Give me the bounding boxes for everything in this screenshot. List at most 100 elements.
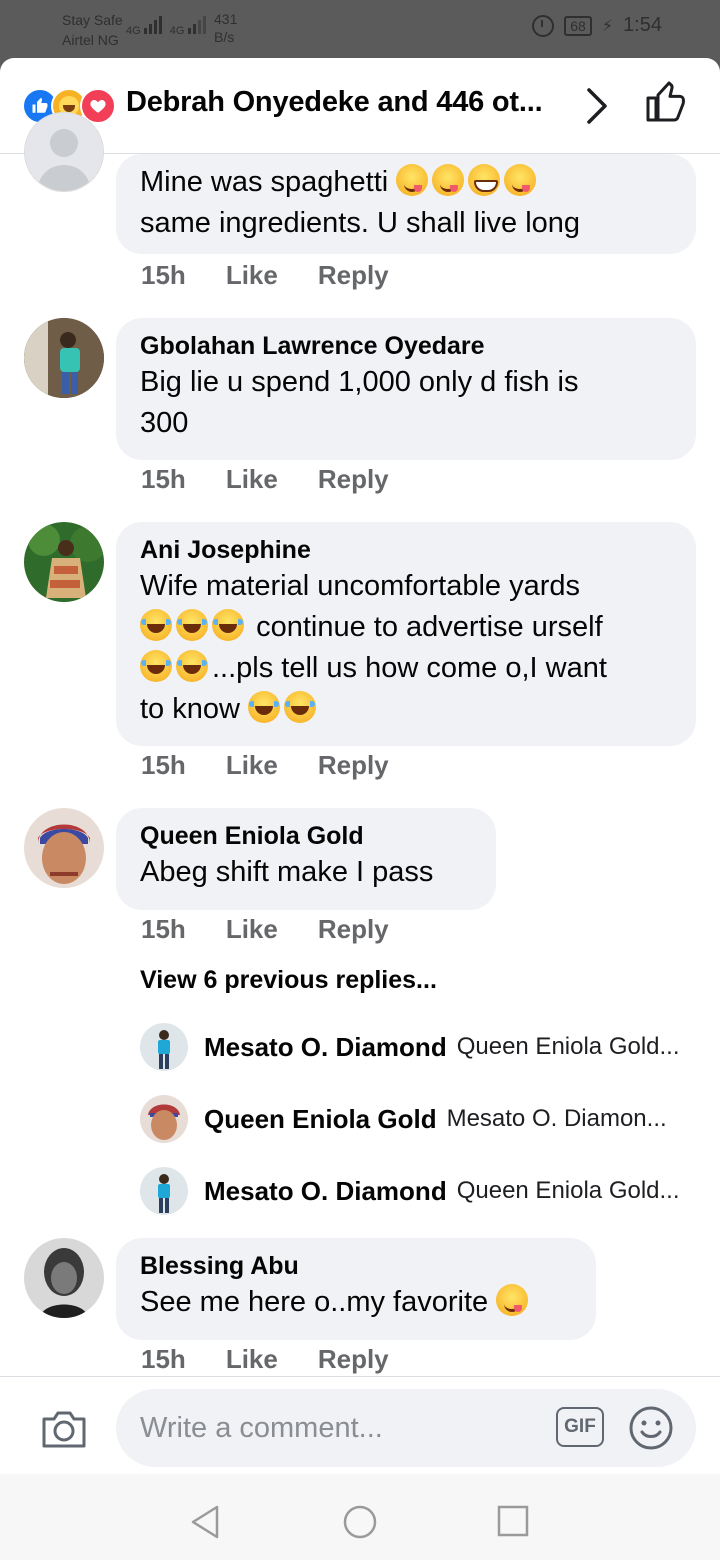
reply-preview[interactable]: Mesato O. Diamond Queen Eniola Gold...: [140, 1167, 680, 1215]
comment-bubble[interactable]: Ani Josephine Wife material uncomfortabl…: [116, 522, 696, 746]
reply-author[interactable]: Mesato O. Diamond: [204, 1176, 447, 1207]
reply-button[interactable]: Reply: [318, 260, 389, 291]
like-button[interactable]: Like: [226, 1344, 278, 1375]
battery-icon: 68: [564, 15, 592, 36]
avatar[interactable]: [24, 112, 104, 192]
thumbs-up-icon[interactable]: [644, 80, 688, 129]
reply-button[interactable]: Reply: [318, 914, 389, 945]
comment-composer: GIF: [0, 1376, 720, 1475]
comment-text-line: Big lie u spend 1,000 only d fish is: [140, 366, 579, 398]
comment-text: continue to advertise urself: [140, 607, 672, 648]
home-icon[interactable]: [342, 1504, 378, 1545]
status-bar: Stay Safe Airtel NG 4G 4G 431 B/s 68 ⚡ 1…: [0, 0, 720, 58]
avatar[interactable]: [24, 808, 104, 888]
reply-author[interactable]: Queen Eniola Gold: [204, 1104, 437, 1135]
reply-preview[interactable]: Queen Eniola Gold Mesato O. Diamon...: [140, 1095, 667, 1143]
signal-indicators: 4G 4G: [126, 12, 206, 37]
comment-author[interactable]: Blessing Abu: [140, 1250, 572, 1282]
yum-emoji-icon: [432, 164, 465, 196]
reply-author[interactable]: Mesato O. Diamond: [204, 1032, 447, 1063]
comment-time: 15h: [141, 260, 186, 290]
comment-actions: 15h Like Reply: [141, 260, 389, 291]
system-navigation-bar: [0, 1474, 720, 1560]
signal-bars-icon: [187, 12, 206, 34]
signal-1: 4G: [126, 12, 162, 37]
comment-time: 15h: [141, 750, 186, 780]
status-right: 68 ⚡ 1:54: [532, 14, 662, 37]
clock: 1:54: [623, 14, 662, 36]
like-button[interactable]: Like: [226, 260, 278, 291]
reply-button[interactable]: Reply: [318, 464, 389, 495]
reply-text: Mesato O. Diamon...: [446, 1105, 667, 1132]
comment-actions: 15h Like Reply: [141, 914, 389, 945]
comment-text-line: to know: [140, 693, 240, 725]
yum-emoji-icon: [496, 1284, 529, 1316]
speed-unit: B/s: [214, 29, 235, 45]
comment-input[interactable]: [116, 1389, 696, 1467]
comment-bubble[interactable]: Blessing Abu See me here o..my favorite: [116, 1238, 596, 1340]
comment-time: 15h: [141, 1344, 186, 1374]
like-button[interactable]: Like: [226, 750, 278, 781]
carrier-line-1: Stay Safe: [62, 12, 123, 28]
camera-icon[interactable]: [40, 1409, 88, 1454]
charging-icon: ⚡: [601, 17, 614, 35]
comment-time: 15h: [141, 914, 186, 944]
network-type-2: 4G: [169, 25, 185, 37]
tears-of-joy-emoji-icon: [212, 609, 244, 641]
reactions-header[interactable]: Debrah Onyedeke and 446 ot...: [0, 58, 720, 154]
carrier-line-2: Airtel NG: [62, 32, 119, 48]
comment-bubble[interactable]: Gbolahan Lawrence Oyedare Big lie u spen…: [116, 318, 696, 460]
reply-text: Queen Eniola Gold...: [456, 1033, 680, 1060]
gif-button[interactable]: GIF: [556, 1407, 604, 1447]
comment-text-line: same ingredients. U shall live long: [140, 207, 581, 239]
like-button[interactable]: Like: [226, 914, 278, 945]
avatar[interactable]: [24, 1238, 104, 1318]
avatar[interactable]: [24, 522, 104, 602]
comment-bubble[interactable]: Mine was spaghetti same ingredients. U s…: [116, 154, 696, 254]
tears-of-joy-emoji-icon: [140, 609, 172, 641]
signal-bars-icon: [143, 12, 162, 34]
reactions-summary[interactable]: Debrah Onyedeke and 446 ot...: [126, 86, 543, 119]
comment-text: Mine was spaghetti: [140, 162, 672, 203]
yum-emoji-icon: [504, 164, 537, 196]
rofl-emoji-icon: [284, 691, 317, 723]
comment-actions: 15h Like Reply: [141, 1344, 389, 1375]
comment-actions: 15h Like Reply: [141, 750, 389, 781]
comment-actions: 15h Like Reply: [141, 464, 389, 495]
speed-value: 431: [214, 11, 238, 27]
rofl-emoji-icon: [248, 691, 281, 723]
signal-2: 4G: [170, 12, 206, 37]
reply-text: Queen Eniola Gold...: [456, 1177, 680, 1204]
comment-text: See me here o..my favorite: [140, 1282, 572, 1323]
comment-text: ...pls tell us how come o,I want: [140, 648, 672, 689]
comment-text: to know: [140, 689, 672, 730]
comment-bubble[interactable]: Queen Eniola Gold Abeg shift make I pass: [116, 808, 496, 910]
comment-text-line: Mine was spaghetti: [140, 166, 389, 198]
grin-emoji-icon: [468, 164, 501, 196]
avatar[interactable]: [140, 1095, 188, 1143]
view-previous-replies-link[interactable]: View 6 previous replies...: [140, 966, 437, 995]
comment-text-line: continue to advertise urself: [256, 611, 603, 643]
comments-sheet: Debrah Onyedeke and 446 ot... Mine was s…: [0, 58, 720, 1560]
emoji-icon[interactable]: [628, 1405, 674, 1456]
comment-author[interactable]: Queen Eniola Gold: [140, 820, 472, 852]
back-icon[interactable]: [188, 1504, 222, 1545]
yum-emoji-icon: [396, 164, 429, 196]
reply-button[interactable]: Reply: [318, 750, 389, 781]
comment-time: 15h: [141, 464, 186, 494]
network-speed: 431 B/s: [214, 10, 237, 46]
reply-button[interactable]: Reply: [318, 1344, 389, 1375]
comment-author[interactable]: Gbolahan Lawrence Oyedare: [140, 330, 672, 362]
comment-author[interactable]: Ani Josephine: [140, 534, 672, 566]
avatar[interactable]: [140, 1023, 188, 1071]
comment-text-line: Wife material uncomfortable yards: [140, 570, 580, 602]
like-button[interactable]: Like: [226, 464, 278, 495]
recent-apps-icon[interactable]: [497, 1505, 529, 1542]
tears-of-joy-emoji-icon: [176, 609, 208, 641]
avatar[interactable]: [140, 1167, 188, 1215]
comment-text-line: ...pls tell us how come o,I want: [212, 652, 607, 684]
chevron-right-icon[interactable]: [584, 86, 610, 131]
avatar[interactable]: [24, 318, 104, 398]
reply-preview[interactable]: Mesato O. Diamond Queen Eniola Gold...: [140, 1023, 680, 1071]
comment-text-line: 300: [140, 407, 189, 439]
